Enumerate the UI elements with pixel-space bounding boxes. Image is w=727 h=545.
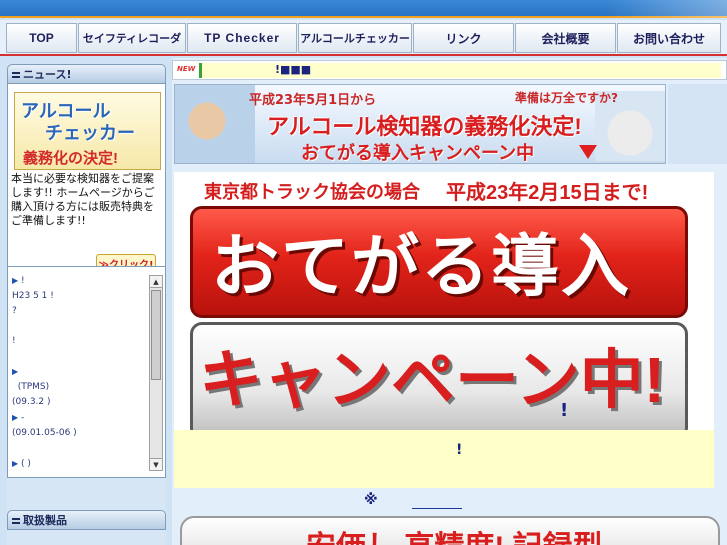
campaign-top-left: 東京都トラック協会の場合 xyxy=(204,182,420,202)
campaign-red-panel: おてがる導入 xyxy=(190,206,688,318)
nav-alcohol-checker[interactable]: アルコールチェッカー xyxy=(298,23,412,53)
grid-icon xyxy=(12,516,20,524)
campaign-white-text: キャンペーン中! xyxy=(199,344,666,416)
campaign-banner[interactable]: 東京都トラック協会の場合 平成23年2月15日まで! おてがる導入 キャンペーン… xyxy=(174,172,714,454)
notice-exclaim-2: ! xyxy=(456,442,463,458)
product-banner-text: 安価し 高精度! 記録型 xyxy=(306,522,603,545)
list-item: (TPMS) xyxy=(17,382,50,392)
news-panel: アルコール チェッカー 義務化の決定! 本当に必要な検知器をご提案します!! ホ… xyxy=(7,84,166,279)
products-panel-header: 取扱製品 xyxy=(7,510,166,530)
person-photo xyxy=(175,85,255,163)
list-item[interactable]: ▶ ( ) xyxy=(12,456,142,472)
scroll-up-icon[interactable]: ▲ xyxy=(150,276,162,288)
nav-company[interactable]: 会社概要 xyxy=(515,23,616,53)
main-content: NEW !■■■ 平成23年5月1日から 準備は万全ですか? アルコール検知器の… xyxy=(172,58,727,545)
list-item[interactable]: H23 5 1 ! xyxy=(12,289,142,304)
news-title: ニュース! xyxy=(23,68,72,81)
list-item: (09.01.05-06 ) xyxy=(12,428,77,438)
campaign-top-right: 平成23年2月15日まで! xyxy=(446,182,649,204)
list-item xyxy=(12,441,142,456)
list-item xyxy=(12,319,142,334)
new-text[interactable]: !■■■ xyxy=(275,63,311,76)
hero-side-strip xyxy=(668,84,727,164)
list-item[interactable]: ▶ - xyxy=(12,410,142,426)
alcohol-checker-banner[interactable]: アルコール チェッカー 義務化の決定! xyxy=(14,92,161,170)
nav-safety-recorder[interactable]: セイフティレコーダ xyxy=(78,23,186,53)
hero-line3: おてがる導入キャンペーン中 xyxy=(301,143,535,163)
new-bar: NEW !■■■ xyxy=(172,60,727,80)
top-stripe xyxy=(0,0,727,18)
list-item: ! xyxy=(12,336,16,346)
notice-exclaim-1: ! xyxy=(560,400,569,421)
list-item[interactable]: ▶ ! xyxy=(12,273,142,289)
news-panel-header: ニュース! xyxy=(7,64,166,84)
page: TOP セイフティレコーダ TP Checker アルコールチェッカー リンク … xyxy=(0,0,727,545)
nav-contact[interactable]: お問い合わせ xyxy=(617,23,721,53)
news-list-panel: ▶ ! H23 5 1 ! ? ! ▶ (TPMS) (09.3.2 ) ▶ -… xyxy=(7,266,166,478)
list-item: (09.3.2 ) xyxy=(12,397,51,407)
arrow-down-icon xyxy=(579,145,597,159)
note-link[interactable] xyxy=(412,508,462,509)
hero-banner[interactable]: 平成23年5月1日から 準備は万全ですか? アルコール検知器の義務化決定! おて… xyxy=(174,84,666,164)
product-banner[interactable]: 安価し 高精度! 記録型 xyxy=(180,516,720,545)
hero-line1a: 平成23年5月1日から xyxy=(249,93,377,108)
news-list: ▶ ! H23 5 1 ! ? ! ▶ (TPMS) (09.3.2 ) ▶ -… xyxy=(12,273,142,472)
list-item: ? xyxy=(12,306,17,316)
nav-top[interactable]: TOP xyxy=(6,23,77,53)
nav-link[interactable]: リンク xyxy=(413,23,514,53)
campaign-red-text: おてがる導入 xyxy=(211,229,632,305)
sidebar: ニュース! アルコール チェッカー 義務化の決定! 本当に必要な検知器をご提案し… xyxy=(7,64,166,545)
nav-bar: TOP セイフティレコーダ TP Checker アルコールチェッカー リンク … xyxy=(0,20,727,56)
products-title: 取扱製品 xyxy=(23,514,67,527)
banner-line3: 義務化の決定! xyxy=(23,150,118,167)
scroll-thumb[interactable] xyxy=(151,290,161,380)
nav-tp-checker[interactable]: TP Checker xyxy=(187,23,297,53)
grid-icon xyxy=(12,70,20,78)
hero-line2: アルコール検知器の義務化決定! xyxy=(267,114,582,139)
list-item[interactable]: ▶ xyxy=(12,364,142,380)
notice-box xyxy=(174,430,714,488)
list-item xyxy=(12,349,142,364)
hero-line1b: 準備は万全ですか? xyxy=(515,91,618,105)
news-scrollbar[interactable]: ▲ ▼ xyxy=(149,275,163,471)
campaign-white-panel: キャンペーン中! xyxy=(190,322,688,440)
note-mark: ※ xyxy=(364,492,378,508)
new-tag: NEW xyxy=(177,65,196,73)
news-text: 本当に必要な検知器をご提案します!! ホームページからご購入頂ける方には販売特典… xyxy=(11,172,155,227)
banner-line2: チェッカー xyxy=(45,123,135,143)
scroll-down-icon[interactable]: ▼ xyxy=(150,458,162,470)
